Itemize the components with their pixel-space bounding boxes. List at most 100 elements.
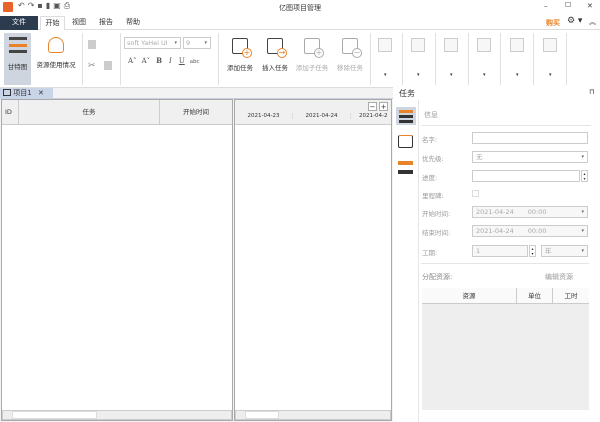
res-col-unit[interactable]: 单位	[517, 288, 553, 304]
ribbon-tool-3-icon[interactable]	[444, 38, 458, 52]
remove-task-label: 移除任务	[332, 62, 368, 72]
duration-spinner[interactable]: ▴▾	[529, 245, 536, 257]
zoom-in-button[interactable]: +	[379, 102, 388, 111]
add-subtask-label: 添加子任务	[292, 62, 332, 72]
task-grid: ID 任务 开始时间	[1, 99, 233, 421]
tab-start[interactable]: 开始	[40, 16, 65, 30]
insert-task-button[interactable]: → 插入任务	[257, 38, 293, 72]
remove-task-icon: −	[342, 38, 358, 54]
dropdown-arrow-icon: ▾	[384, 72, 387, 78]
pin-icon[interactable]: ⊓	[589, 88, 594, 96]
cut-icon[interactable]: ✂	[88, 61, 96, 71]
end-time-picker[interactable]: 2021-04-2400:00▾	[472, 225, 588, 237]
gantt-icon	[9, 37, 27, 55]
title-bar: ↶↷▪▮▣⎙ 亿图项目管理 – ☐ ✕	[0, 0, 600, 14]
section-info: 信息	[424, 110, 438, 120]
resource-usage-label: 资源使用情况	[33, 59, 79, 69]
priority-select[interactable]: 无▾	[472, 151, 588, 163]
ribbon-tool-5-icon[interactable]	[510, 38, 524, 52]
italic-button[interactable]: I	[169, 57, 172, 65]
add-task-icon: +	[232, 38, 248, 54]
shrink-font-button[interactable]: A˅	[142, 57, 151, 65]
dropdown-arrow-icon: ▾	[549, 72, 552, 78]
copy-icon[interactable]	[88, 40, 96, 49]
close-button[interactable]: ✕	[587, 2, 593, 10]
paste-icon[interactable]	[104, 61, 112, 70]
font-size-select[interactable]: 9▾	[183, 37, 211, 49]
strikethrough-button[interactable]: abc	[190, 59, 200, 65]
edit-resource-link[interactable]: 编辑资源	[545, 272, 573, 282]
find-icon[interactable]	[543, 38, 557, 52]
gantt-label: 甘特图	[4, 61, 31, 71]
grow-font-button[interactable]: A˄	[128, 57, 137, 65]
minimize-button[interactable]: –	[544, 2, 548, 10]
start-time-label: 开始时间:	[422, 208, 450, 218]
font-name-select[interactable]: soft YaHei UI▾	[124, 37, 181, 49]
end-time-label: 结束时间:	[422, 227, 450, 237]
resource-usage-button[interactable]: 资源使用情况	[33, 33, 79, 69]
bold-button[interactable]: B	[156, 56, 162, 65]
col-start-time[interactable]: 开始时间	[160, 100, 232, 125]
priority-label: 优先级:	[422, 153, 444, 163]
insert-task-icon: →	[267, 38, 283, 54]
zoom-out-button[interactable]: −	[368, 102, 377, 111]
date-2021-04-25: 2021-04-2	[359, 113, 391, 119]
document-tabs: 项目1 ✕	[0, 88, 393, 99]
dropdown-arrow-icon: ▾	[450, 72, 453, 78]
close-tab-icon[interactable]: ✕	[38, 89, 44, 97]
gantt-button[interactable]: 甘特图	[4, 33, 31, 85]
resource-tab-icon[interactable]	[398, 135, 413, 148]
doc-tab-label: 项目1	[13, 89, 31, 97]
assign-resource-label: 分配资源:	[422, 272, 452, 282]
horizontal-scrollbar[interactable]	[2, 410, 232, 420]
ribbon: 甘特图 资源使用情况 ✂ soft YaHei UI▾ 9▾ A˄ A˅ BIUab…	[0, 30, 600, 88]
start-time-picker[interactable]: 2021-04-2400:00▾	[472, 206, 588, 218]
tab-report[interactable]: 报告	[95, 16, 117, 30]
add-task-label: 添加任务	[222, 62, 258, 72]
res-col-work[interactable]: 工时	[553, 288, 589, 304]
add-subtask-button[interactable]: + 添加子任务	[292, 38, 332, 72]
resource-usage-icon	[48, 37, 64, 53]
maximize-button[interactable]: ☐	[565, 1, 571, 9]
ribbon-tool-4-icon[interactable]	[477, 38, 491, 52]
menu-bar: 文件 开始 视图 报告 帮助 购买 ⚙ ▾ ︽	[0, 14, 600, 30]
progress-spinner[interactable]: ▴▾	[581, 170, 588, 182]
milestone-label: 里程碑:	[422, 190, 444, 200]
remove-task-button[interactable]: − 移除任务	[332, 38, 368, 72]
gantt-chart: − + 2021-04-23 2021-04-24 2021-04-2	[234, 99, 392, 421]
doc-tab-project1[interactable]: 项目1 ✕	[0, 88, 53, 99]
tab-help[interactable]: 帮助	[122, 16, 144, 30]
duration-label: 工期:	[422, 247, 437, 257]
progress-input[interactable]	[472, 170, 580, 182]
col-id[interactable]: ID	[2, 100, 19, 125]
date-2021-04-23: 2021-04-23	[235, 113, 293, 119]
collapse-ribbon-icon[interactable]: ︽	[589, 17, 596, 27]
panel-title: 任务	[399, 88, 415, 99]
dropdown-arrow-icon: ▾	[516, 72, 519, 78]
duration-unit-select[interactable]: 年▾	[541, 245, 588, 257]
date-2021-04-24: 2021-04-24	[293, 113, 351, 119]
project-icon	[3, 89, 11, 96]
resource-table: 资源 单位 工时	[422, 288, 589, 410]
duration-input[interactable]: 1	[472, 245, 528, 257]
add-task-button[interactable]: + 添加任务	[222, 38, 258, 72]
res-col-resource[interactable]: 资源	[422, 288, 517, 304]
window-title: 亿图项目管理	[0, 3, 600, 13]
dropdown-arrow-icon: ▾	[417, 72, 420, 78]
col-task[interactable]: 任务	[19, 100, 160, 125]
insert-task-label: 插入任务	[257, 62, 293, 72]
underline-button[interactable]: U	[179, 57, 185, 65]
dropdown-arrow-icon: ▾	[483, 72, 486, 78]
ribbon-tool-2-icon[interactable]	[411, 38, 425, 52]
name-input[interactable]	[472, 132, 588, 144]
milestone-checkbox[interactable]	[472, 190, 479, 197]
file-menu[interactable]: 文件	[0, 16, 38, 30]
link-tab-icon[interactable]	[398, 161, 413, 174]
gantt-horizontal-scrollbar[interactable]	[235, 410, 391, 420]
add-subtask-icon: +	[304, 38, 320, 54]
tab-view[interactable]: 视图	[68, 16, 90, 30]
settings-gear-icon[interactable]: ⚙ ▾	[567, 16, 582, 26]
buy-link[interactable]: 购买	[546, 18, 560, 28]
ribbon-tool-1-icon[interactable]	[378, 38, 392, 52]
info-tab-icon[interactable]	[396, 107, 416, 125]
